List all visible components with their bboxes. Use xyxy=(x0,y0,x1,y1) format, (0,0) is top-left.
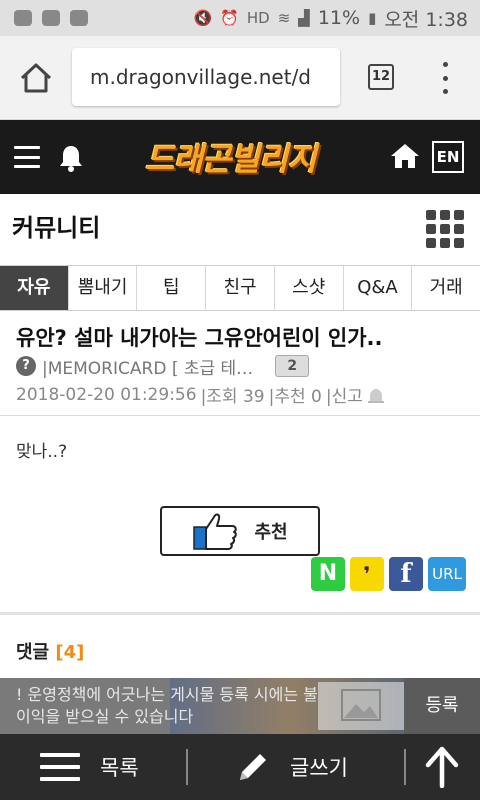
post-header: 유안? 설마 내가아는 그유안어린이 인가.. ? |MEMORICARD [ … xyxy=(0,312,480,416)
divider xyxy=(186,749,188,785)
hd-voice-icon: HD xyxy=(246,9,270,27)
hamburger-menu-icon[interactable] xyxy=(14,146,40,168)
comment-input-bar: ! 운영정책에 어긋나는 게시물 등록 시에는 불이익을 받으실 수 있습니다 … xyxy=(0,678,480,734)
grid-menu-icon[interactable] xyxy=(426,210,464,248)
tab-switcher-button[interactable]: 12 xyxy=(368,64,394,90)
recommend-label: 추천 xyxy=(254,522,288,543)
comments-section: 댓글 [4] xyxy=(0,618,480,678)
scroll-top-icon[interactable] xyxy=(424,746,460,788)
system-indicators: 🔇 ⏰ HD ≋ ▟ 11% ▮ 오전 1:38 xyxy=(193,0,468,36)
thumbs-up-icon xyxy=(193,513,238,550)
image-attach-button[interactable] xyxy=(318,682,404,730)
alarm-icon: ⏰ xyxy=(220,9,239,27)
comment-input[interactable]: ! 운영정책에 어긋나는 게시물 등록 시에는 불이익을 받으실 수 있습니다 xyxy=(16,684,326,728)
comments-count: [4] xyxy=(55,642,85,663)
post-views: |조회 39 xyxy=(200,387,265,407)
tab-screenshot[interactable]: 스샷 xyxy=(275,266,344,310)
comments-heading: 댓글 [4] xyxy=(16,638,84,664)
comments-label: 댓글 xyxy=(16,642,50,663)
notification-icons xyxy=(0,10,88,26)
list-button[interactable]: 목록 xyxy=(40,734,139,800)
list-icon xyxy=(40,753,80,781)
author-rank-icon: ? xyxy=(16,356,36,376)
language-en-button[interactable]: EN xyxy=(432,141,464,173)
community-header: 커뮤니티 xyxy=(0,194,480,264)
post-content: 맞나..? xyxy=(16,442,68,462)
recommend-button[interactable]: 추천 xyxy=(160,506,320,556)
recycle-notification-icon xyxy=(70,10,88,26)
site-home-icon[interactable] xyxy=(390,142,420,170)
app-notification-icon xyxy=(14,10,32,26)
page-title: 커뮤니티 xyxy=(12,214,101,242)
site-header: 드래곤빌리지 EN xyxy=(0,120,480,194)
write-button[interactable]: 글쓰기 xyxy=(236,734,348,800)
url-copy-button[interactable]: URL xyxy=(428,557,466,591)
post-title: 유안? 설마 내가아는 그유안어린이 인가.. xyxy=(16,326,383,350)
post-body: 맞나..? 추천 N ❜ f URL xyxy=(0,417,480,615)
write-label: 글쓰기 xyxy=(290,756,348,780)
browser-home-icon[interactable] xyxy=(18,62,54,94)
browser-toolbar: m.dragonvillage.net/d 12 xyxy=(0,36,480,120)
tab-trade[interactable]: 거래 xyxy=(412,266,480,310)
browser-menu-icon[interactable] xyxy=(438,62,452,94)
author-name[interactable]: |MEMORICARD [ 초급 테… xyxy=(42,354,253,379)
tab-qna[interactable]: Q&A xyxy=(344,266,413,310)
siren-icon[interactable] xyxy=(367,387,385,403)
battery-percent: 11% xyxy=(317,7,361,29)
image-icon xyxy=(341,689,381,721)
category-tabs: 자유 뽐내기 팁 친구 스샷 Q&A 거래 xyxy=(0,265,480,311)
talk-notification-icon xyxy=(42,10,60,26)
naver-share-button[interactable]: N xyxy=(311,557,345,591)
tab-free[interactable]: 자유 xyxy=(0,266,69,310)
site-logo[interactable]: 드래곤빌리지 xyxy=(145,133,317,181)
facebook-share-button[interactable]: f xyxy=(389,557,423,591)
bottom-action-bar: 목록 글쓰기 xyxy=(0,734,480,800)
list-label: 목록 xyxy=(100,756,139,780)
author-line: ? |MEMORICARD [ 초급 테… 2 xyxy=(16,353,310,379)
post-recommends: |추천 0 xyxy=(268,387,322,407)
mute-icon: 🔇 xyxy=(193,9,213,27)
battery-icon: ▮ xyxy=(368,9,377,27)
divider xyxy=(404,749,406,785)
url-bar[interactable]: m.dragonvillage.net/d xyxy=(72,48,340,106)
kakao-share-button[interactable]: ❜ xyxy=(350,557,384,591)
level-badge: 2 xyxy=(275,355,310,377)
logo-text: 드래곤빌리지 xyxy=(145,140,317,178)
signal-icon: ▟ xyxy=(298,9,310,27)
pencil-icon xyxy=(240,754,266,780)
register-comment-button[interactable]: 등록 xyxy=(404,678,480,734)
tab-friend[interactable]: 친구 xyxy=(206,266,275,310)
post-date: 2018-02-20 01:29:56 xyxy=(16,384,197,405)
report-link[interactable]: |신고 xyxy=(326,382,363,407)
tab-showoff[interactable]: 뽐내기 xyxy=(69,266,138,310)
wifi-icon: ≋ xyxy=(277,9,291,27)
bell-icon[interactable] xyxy=(58,144,84,172)
tab-tip[interactable]: 팁 xyxy=(137,266,207,310)
post-meta: 2018-02-20 01:29:56 |조회 39 |추천 0 |신고 xyxy=(16,382,385,407)
clock: 오전 1:38 xyxy=(384,8,468,31)
status-bar: 🔇 ⏰ HD ≋ ▟ 11% ▮ 오전 1:38 xyxy=(0,0,480,36)
